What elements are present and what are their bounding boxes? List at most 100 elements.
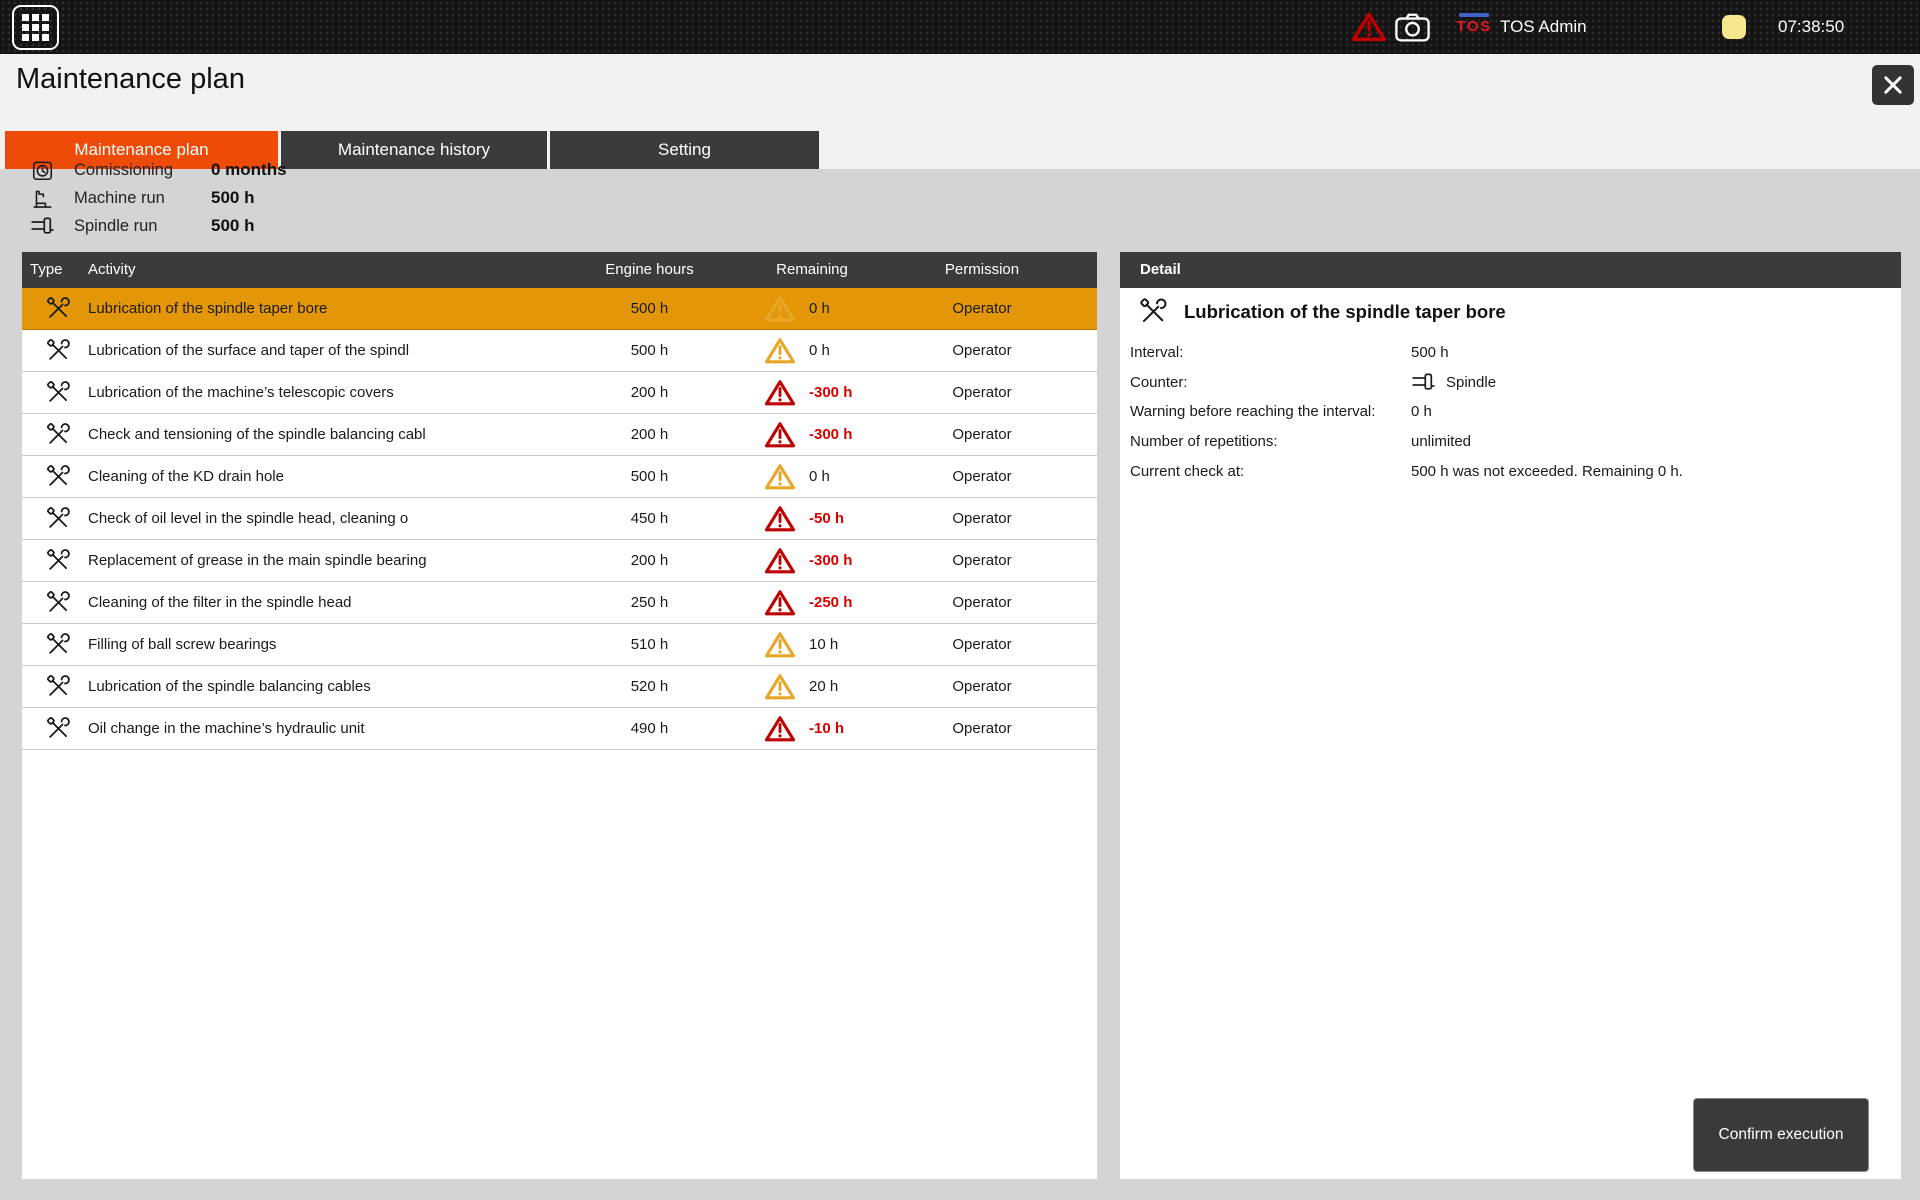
detail-field: Current check at: 500 h was not exceeded… bbox=[1130, 456, 1885, 486]
maintenance-type-icon bbox=[43, 624, 73, 665]
detail-panel: Detail Lubrication of the spindle taper … bbox=[1120, 252, 1901, 1179]
maintenance-plan-screen: TOS TOS Admin 07:38:50 Maintenance plan … bbox=[0, 0, 1920, 1200]
remaining-warning-icon bbox=[763, 330, 797, 371]
table-row[interactable]: Cleaning of the filter in the spindle he… bbox=[22, 582, 1097, 624]
activity-cell: Cleaning of the KD drain hole bbox=[88, 456, 284, 497]
table-row[interactable]: Replacement of grease in the main spindl… bbox=[22, 540, 1097, 582]
remaining-warning-icon bbox=[763, 582, 797, 623]
maintenance-type-icon bbox=[43, 666, 73, 707]
table-row[interactable]: Lubrication of the spindle taper bore 50… bbox=[22, 288, 1097, 330]
engine-hours-cell: 450 h bbox=[567, 498, 732, 539]
engine-hours-cell: 510 h bbox=[567, 624, 732, 665]
table-row[interactable]: Cleaning of the KD drain hole 500 h 0 h … bbox=[22, 456, 1097, 498]
remaining-cell: 20 h bbox=[809, 666, 838, 707]
remaining-warning-icon bbox=[763, 372, 797, 413]
counter-spindle-run: Spindle run 500 h bbox=[30, 212, 287, 240]
permission-cell: Operator bbox=[907, 666, 1057, 707]
maintenance-type-icon bbox=[43, 708, 73, 749]
engine-hours-cell: 250 h bbox=[567, 582, 732, 623]
detail-field-value-wrap: 0 h bbox=[1411, 403, 1432, 420]
maintenance-table: Type Activity Engine hours Remaining Per… bbox=[22, 252, 1097, 1179]
permission-cell: Operator bbox=[907, 582, 1057, 623]
column-header-type: Type bbox=[30, 261, 63, 278]
detail-field: Interval: 500 h bbox=[1130, 338, 1885, 368]
remaining-cell: 10 h bbox=[809, 624, 838, 665]
current-user-label: TOS Admin bbox=[1500, 17, 1587, 37]
engine-hours-cell: 500 h bbox=[567, 456, 732, 497]
maintenance-type-icon bbox=[1138, 296, 1169, 327]
table-row[interactable]: Oil change in the machine’s hydraulic un… bbox=[22, 708, 1097, 750]
counter-commissioning: Comissioning 0 months bbox=[30, 156, 287, 184]
table-row[interactable]: Lubrication of the surface and taper of … bbox=[22, 330, 1097, 372]
remaining-warning-icon bbox=[763, 414, 797, 455]
permission-cell: Operator bbox=[907, 372, 1057, 413]
tab-setting[interactable]: Setting bbox=[550, 131, 819, 169]
maintenance-type-icon bbox=[43, 288, 73, 329]
spindle-icon bbox=[1411, 372, 1438, 393]
engine-hours-cell: 520 h bbox=[567, 666, 732, 707]
remaining-warning-icon bbox=[763, 540, 797, 581]
engine-hours-cell: 200 h bbox=[567, 540, 732, 581]
clock: 07:38:50 bbox=[1778, 17, 1844, 37]
column-header-engine-hours: Engine hours bbox=[567, 261, 732, 278]
detail-field-label: Number of repetitions: bbox=[1130, 433, 1411, 450]
maintenance-type-icon bbox=[43, 540, 73, 581]
activity-cell: Filling of ball screw bearings bbox=[88, 624, 276, 665]
remaining-cell: -300 h bbox=[809, 414, 852, 455]
remaining-warning-icon bbox=[763, 624, 797, 665]
tos-logo-topline bbox=[1459, 13, 1489, 17]
engine-hours-cell: 500 h bbox=[567, 330, 732, 371]
engine-hours-cell: 500 h bbox=[567, 288, 732, 329]
table-row[interactable]: Check and tensioning of the spindle bala… bbox=[22, 414, 1097, 456]
detail-header: Detail bbox=[1120, 252, 1901, 288]
detail-field-label: Current check at: bbox=[1130, 463, 1411, 480]
detail-title-row: Lubrication of the spindle taper bore bbox=[1138, 296, 1506, 327]
permission-cell: Operator bbox=[907, 288, 1057, 329]
tos-logo: TOS bbox=[1456, 13, 1492, 34]
status-badge bbox=[1722, 15, 1746, 39]
table-row[interactable]: Lubrication of the spindle balancing cab… bbox=[22, 666, 1097, 708]
permission-cell: Operator bbox=[907, 624, 1057, 665]
maintenance-table-body: Lubrication of the spindle taper bore 50… bbox=[22, 288, 1097, 750]
spindle-run-icon bbox=[30, 214, 57, 239]
remaining-cell: 0 h bbox=[809, 330, 830, 371]
detail-field-value: unlimited bbox=[1411, 433, 1471, 450]
screenshot-camera-icon[interactable] bbox=[1394, 12, 1431, 42]
maintenance-type-icon bbox=[43, 330, 73, 371]
tos-logo-text: TOS bbox=[1456, 19, 1492, 34]
apps-menu-button[interactable] bbox=[12, 5, 59, 50]
detail-field-value-wrap: 500 h bbox=[1411, 344, 1449, 361]
activity-cell: Cleaning of the filter in the spindle he… bbox=[88, 582, 352, 623]
remaining-warning-icon bbox=[763, 288, 797, 329]
detail-field-value-wrap: unlimited bbox=[1411, 433, 1471, 450]
table-row[interactable]: Lubrication of the machine’s telescopic … bbox=[22, 372, 1097, 414]
table-row[interactable]: Filling of ball screw bearings 510 h 10 … bbox=[22, 624, 1097, 666]
remaining-cell: -300 h bbox=[809, 372, 852, 413]
remaining-cell: -250 h bbox=[809, 582, 852, 623]
engine-hours-cell: 200 h bbox=[567, 414, 732, 455]
detail-field: Number of repetitions: unlimited bbox=[1130, 427, 1885, 457]
tab-maintenance-history[interactable]: Maintenance history bbox=[281, 131, 547, 169]
close-button[interactable] bbox=[1872, 65, 1914, 105]
detail-field-label: Counter: bbox=[1130, 374, 1411, 391]
detail-field-value-wrap: 500 h was not exceeded. Remaining 0 h. bbox=[1411, 463, 1683, 480]
remaining-cell: 0 h bbox=[809, 456, 830, 497]
column-header-permission: Permission bbox=[907, 261, 1057, 278]
remaining-cell: -300 h bbox=[809, 540, 852, 581]
column-header-activity: Activity bbox=[88, 261, 136, 278]
table-header: Type Activity Engine hours Remaining Per… bbox=[22, 252, 1097, 288]
maintenance-type-icon bbox=[43, 456, 73, 497]
maintenance-type-icon bbox=[43, 414, 73, 455]
detail-field-value: 500 h bbox=[1411, 344, 1449, 361]
remaining-warning-icon bbox=[763, 456, 797, 497]
remaining-cell: -10 h bbox=[809, 708, 844, 749]
maintenance-type-icon bbox=[43, 582, 73, 623]
maintenance-type-icon bbox=[43, 372, 73, 413]
permission-cell: Operator bbox=[907, 330, 1057, 371]
confirm-execution-button[interactable]: Confirm execution bbox=[1693, 1098, 1869, 1172]
detail-field-value-wrap: Spindle bbox=[1411, 372, 1496, 393]
detail-field-value: 0 h bbox=[1411, 403, 1432, 420]
alarm-warning-icon[interactable] bbox=[1352, 11, 1386, 42]
table-row[interactable]: Check of oil level in the spindle head, … bbox=[22, 498, 1097, 540]
permission-cell: Operator bbox=[907, 540, 1057, 581]
